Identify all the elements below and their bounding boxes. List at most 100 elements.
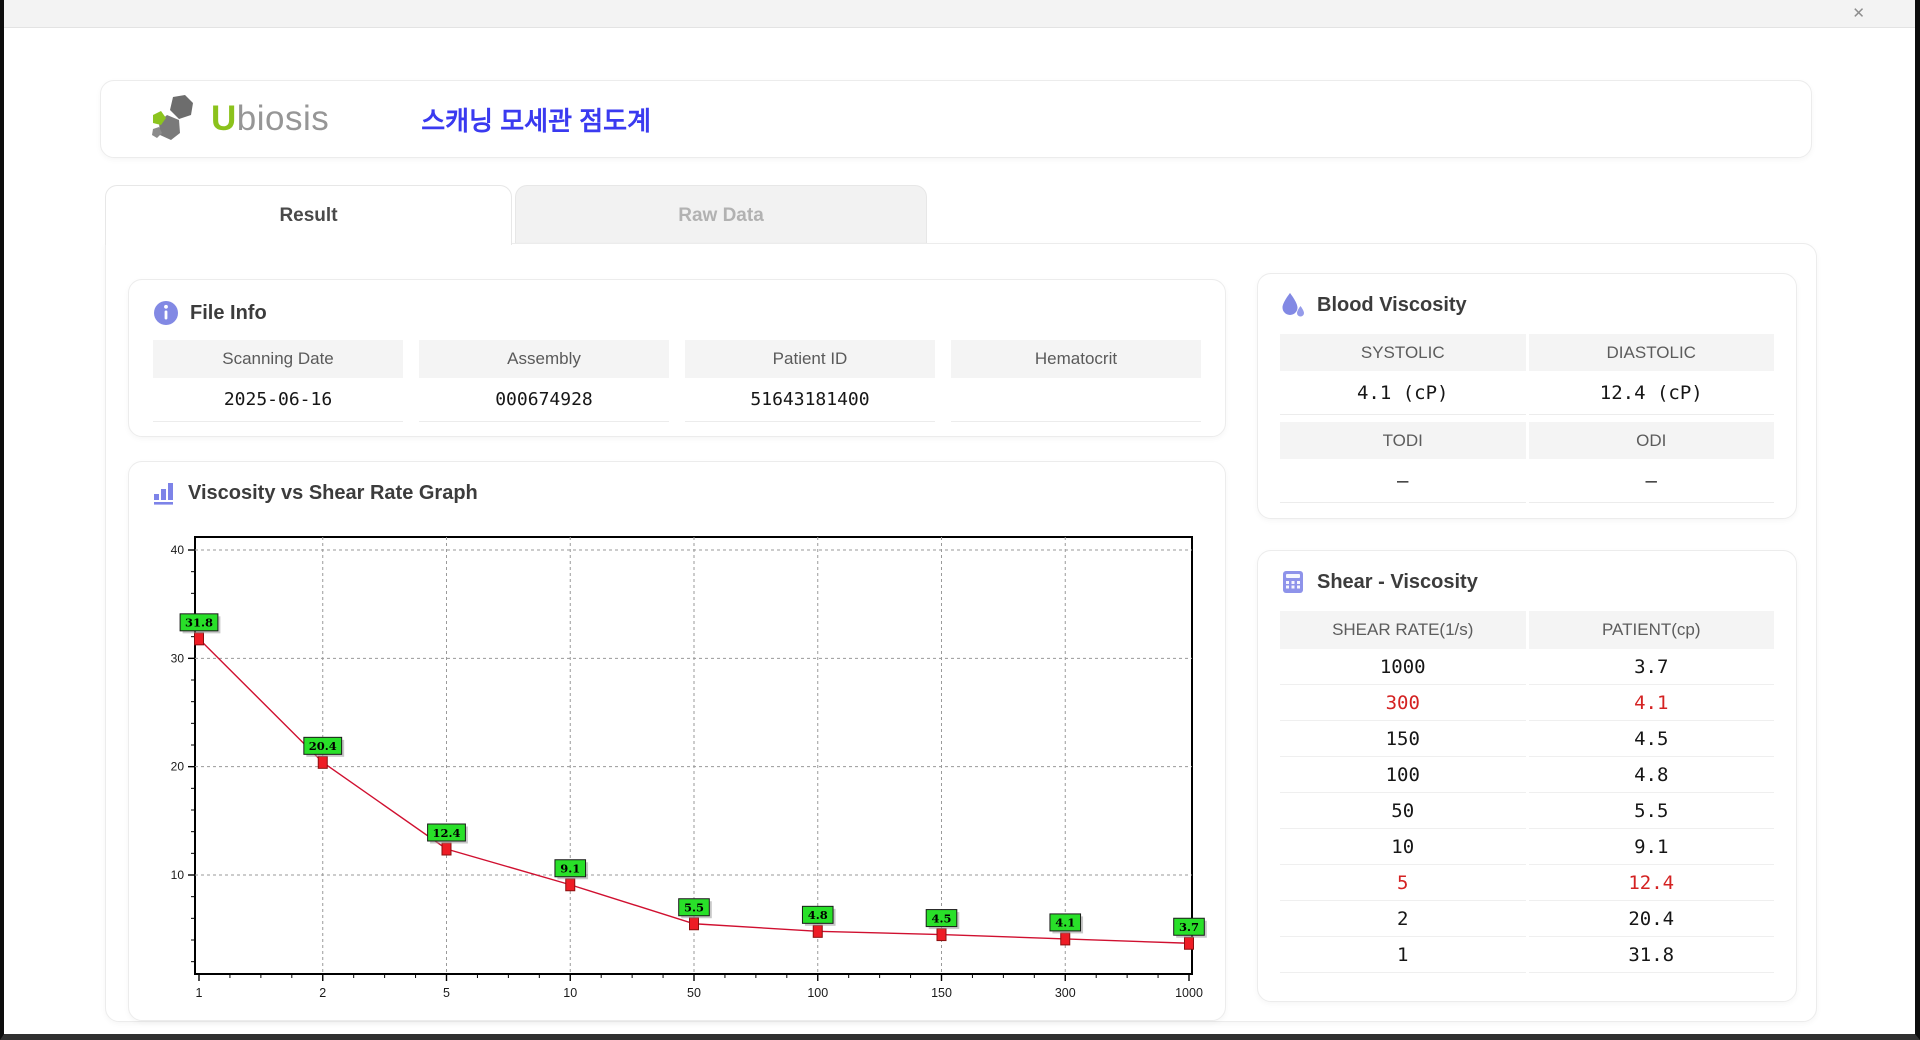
blood-viscosity-group: TODI ODI – – (1280, 422, 1774, 503)
field-label: Patient ID (685, 340, 935, 378)
svg-text:4.8: 4.8 (808, 908, 828, 922)
svg-text:20: 20 (171, 760, 185, 774)
blood-viscosity-card: Blood Viscosity SYSTOLIC DIASTOLIC 4.1 (cP… (1257, 273, 1797, 519)
logo-text: Ubiosis (211, 99, 329, 139)
table-row: 2 20.4 (1280, 901, 1774, 937)
bar-chart-icon (154, 483, 173, 505)
viscosity-graph-title: Viscosity vs Shear Rate Graph (188, 481, 478, 504)
shear-rate-cell: 100 (1280, 757, 1526, 793)
metric-value: – (1528, 459, 1774, 503)
shear-rate-cell: 1000 (1280, 649, 1526, 685)
svg-text:10: 10 (563, 986, 577, 1000)
svg-text:30: 30 (171, 651, 185, 665)
svg-text:40: 40 (171, 543, 185, 557)
svg-text:50: 50 (687, 986, 701, 1000)
svg-text:9.1: 9.1 (560, 862, 580, 876)
metric-value: 4.1 (cP) (1280, 371, 1526, 415)
patient-viscosity-cell: 9.1 (1528, 829, 1774, 865)
metric-label: TODI (1280, 422, 1526, 459)
svg-text:300: 300 (1055, 986, 1076, 1000)
patient-viscosity-cell: 4.8 (1528, 757, 1774, 793)
svg-text:12.4: 12.4 (432, 826, 460, 840)
metric-label: ODI (1528, 422, 1774, 459)
shear-rate-column-header: SHEAR RATE(1/s) (1280, 611, 1526, 649)
field-label: Assembly (419, 340, 669, 378)
table-calculator-icon (1283, 571, 1303, 593)
patient-viscosity-cell: 4.1 (1528, 685, 1774, 721)
patient-column-header: PATIENT(cp) (1528, 611, 1774, 649)
field-value: 51643181400 (685, 378, 935, 422)
header-card: Ubiosis 스캐닝 모세관 점도계 (100, 80, 1812, 158)
file-info-fields: Scanning Date 2025-06-16 Assembly 000674928… (153, 340, 1201, 422)
shear-rate-cell: 5 (1280, 865, 1526, 901)
tab-result[interactable]: Result (105, 185, 512, 245)
blood-viscosity-title: Blood Viscosity (1317, 293, 1467, 316)
svg-text:10: 10 (171, 868, 185, 882)
droplets-icon (1282, 293, 1304, 317)
page-title: 스캐닝 모세관 점도계 (421, 105, 651, 136)
tab-raw-data[interactable]: Raw Data (515, 185, 927, 245)
shear-viscosity-table: SHEAR RATE(1/s) PATIENT(cp) 1000 3.7 300 4.… (1280, 611, 1774, 973)
svg-text:4.1: 4.1 (1055, 916, 1075, 930)
svg-text:1000: 1000 (1175, 986, 1203, 1000)
table-row: 100 4.8 (1280, 757, 1774, 793)
ubiosis-logo: Ubiosis (149, 93, 329, 145)
logo-letter-u: U (211, 99, 237, 138)
logo-rest: biosis (236, 99, 330, 138)
field-value: 2025-06-16 (153, 378, 403, 422)
svg-text:31.8: 31.8 (185, 616, 213, 630)
file-info-field: Hematocrit (951, 340, 1201, 422)
patient-viscosity-cell: 20.4 (1528, 901, 1774, 937)
table-row: 300 4.1 (1280, 685, 1774, 721)
svg-text:100: 100 (807, 986, 828, 1000)
shear-viscosity-card: Shear - Viscosity SHEAR RATE(1/s) PATIEN… (1257, 550, 1797, 1002)
table-row: 1000 3.7 (1280, 649, 1774, 685)
svg-text:20.4: 20.4 (309, 739, 337, 753)
svg-text:2: 2 (319, 986, 326, 1000)
shear-rate-cell: 300 (1280, 685, 1526, 721)
svg-text:1: 1 (196, 986, 203, 1000)
table-row: 10 9.1 (1280, 829, 1774, 865)
shear-rate-cell: 1 (1280, 937, 1526, 973)
blood-viscosity-table: SYSTOLIC DIASTOLIC 4.1 (cP) 12.4 (cP) TODI OD… (1280, 334, 1774, 503)
shear-viscosity-rows: 1000 3.7 300 4.1 150 4.5 100 4.8 50 5.5 10 9.1 5 12.4… (1280, 649, 1774, 973)
metric-value: – (1280, 459, 1526, 503)
shear-rate-cell: 10 (1280, 829, 1526, 865)
close-icon[interactable]: ✕ (1852, 5, 1865, 23)
patient-viscosity-cell: 31.8 (1528, 937, 1774, 973)
viscosity-shear-chart: 10 20 30 40 1 2 5 10 50 100 150 300 1000 31.8 20.4 12.4… (171, 536, 1207, 1000)
svg-text:3.7: 3.7 (1179, 920, 1199, 934)
field-label: Scanning Date (153, 340, 403, 378)
info-icon (154, 301, 178, 325)
shear-rate-cell: 150 (1280, 721, 1526, 757)
svg-text:5.5: 5.5 (684, 901, 704, 915)
file-info-title: File Info (190, 301, 267, 324)
metric-label: SYSTOLIC (1280, 334, 1526, 371)
table-row: 5 12.4 (1280, 865, 1774, 901)
svg-text:4.5: 4.5 (931, 911, 951, 925)
viscosity-graph-card: Viscosity vs Shear Rate Graph 10 20 30 40 1 2… (128, 461, 1226, 1021)
file-info-field: Scanning Date 2025-06-16 (153, 340, 403, 422)
file-info-field: Patient ID 51643181400 (685, 340, 935, 422)
patient-viscosity-cell: 5.5 (1528, 793, 1774, 829)
table-row: 150 4.5 (1280, 721, 1774, 757)
patient-viscosity-cell: 4.5 (1528, 721, 1774, 757)
leaf-logo-icon (152, 95, 193, 140)
patient-viscosity-cell: 12.4 (1528, 865, 1774, 901)
patient-viscosity-cell: 3.7 (1528, 649, 1774, 685)
field-value: 000674928 (419, 378, 669, 422)
metric-value: 12.4 (cP) (1528, 371, 1774, 415)
field-label: Hematocrit (951, 340, 1201, 378)
field-value (951, 378, 1201, 422)
shear-rate-cell: 2 (1280, 901, 1526, 937)
file-info-field: Assembly 000674928 (419, 340, 669, 422)
svg-text:150: 150 (931, 986, 952, 1000)
blood-viscosity-group: SYSTOLIC DIASTOLIC 4.1 (cP) 12.4 (cP) (1280, 334, 1774, 415)
result-panel: File Info Scanning Date 2025-06-16 Assembl… (105, 243, 1817, 1022)
shear-rate-cell: 50 (1280, 793, 1526, 829)
window-titlebar: ✕ (4, 0, 1915, 28)
shear-viscosity-title: Shear - Viscosity (1317, 570, 1478, 593)
table-row: 1 31.8 (1280, 937, 1774, 973)
table-row: 50 5.5 (1280, 793, 1774, 829)
file-info-card: File Info Scanning Date 2025-06-16 Assembl… (128, 279, 1226, 437)
